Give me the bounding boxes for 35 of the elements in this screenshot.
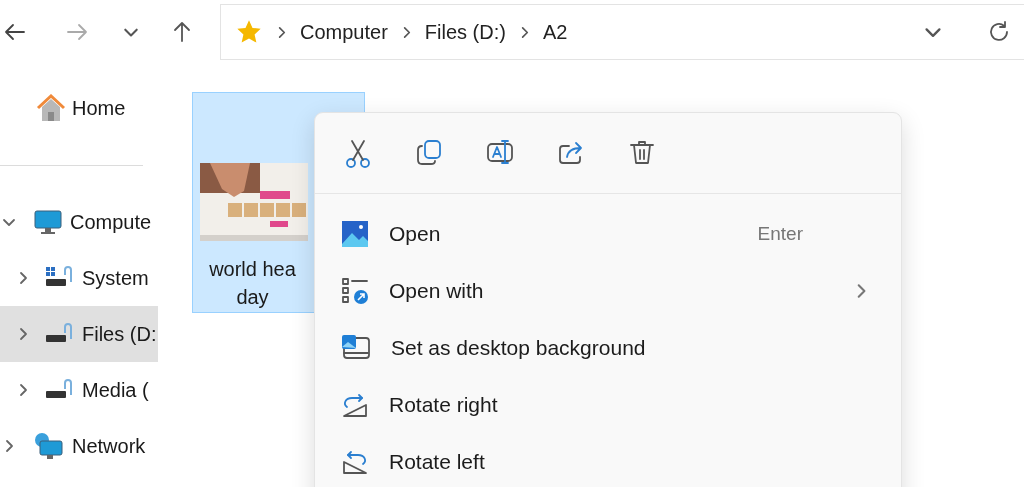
menu-item-label: Open with — [389, 278, 485, 303]
network-icon — [34, 432, 64, 460]
tree-label: Network — [72, 434, 146, 458]
wallpaper-icon — [341, 333, 371, 362]
menu-item-label: Open — [389, 221, 442, 246]
tree-item[interactable]: Network — [0, 418, 158, 474]
tree-label: Media ( — [82, 378, 149, 402]
monitor-icon — [34, 209, 62, 235]
tree-item[interactable]: System — [0, 250, 158, 306]
menu-item-label: Rotate right — [389, 392, 499, 417]
menu-item[interactable]: Rotate right — [315, 376, 901, 433]
copy-icon — [415, 138, 443, 168]
breadcrumb[interactable]: Files (D:) — [424, 20, 506, 44]
menu-item[interactable]: Rotate left — [315, 433, 901, 487]
breadcrumb[interactable]: A2 — [542, 20, 568, 44]
file-name: world hea day — [209, 257, 296, 310]
tree-item[interactable]: Media ( — [0, 362, 158, 418]
home-label: Home — [72, 96, 126, 120]
tree-item[interactable]: Files (D: — [0, 306, 158, 362]
menu-item-label: Rotate left — [389, 449, 486, 474]
image-icon — [341, 219, 369, 248]
tree-label: System — [82, 266, 149, 290]
tree-item[interactable]: Compute — [0, 194, 158, 250]
menu-item-label: Set as desktop background — [391, 335, 647, 360]
refresh-icon — [987, 20, 1011, 44]
breadcrumb[interactable]: Computer — [300, 20, 388, 44]
menu-item[interactable]: Set as desktop background — [315, 319, 901, 376]
cut-icon — [344, 138, 372, 168]
tree-label: Files (D: — [82, 322, 157, 346]
open-with-icon — [341, 276, 369, 305]
tree-label: Compute — [70, 210, 152, 234]
home-item[interactable]: Home — [0, 80, 160, 136]
shortcut-text: Enter — [757, 222, 803, 245]
address-bar[interactable]: Computer Files (D:) A2 — [220, 4, 1024, 60]
home-icon — [36, 94, 66, 122]
